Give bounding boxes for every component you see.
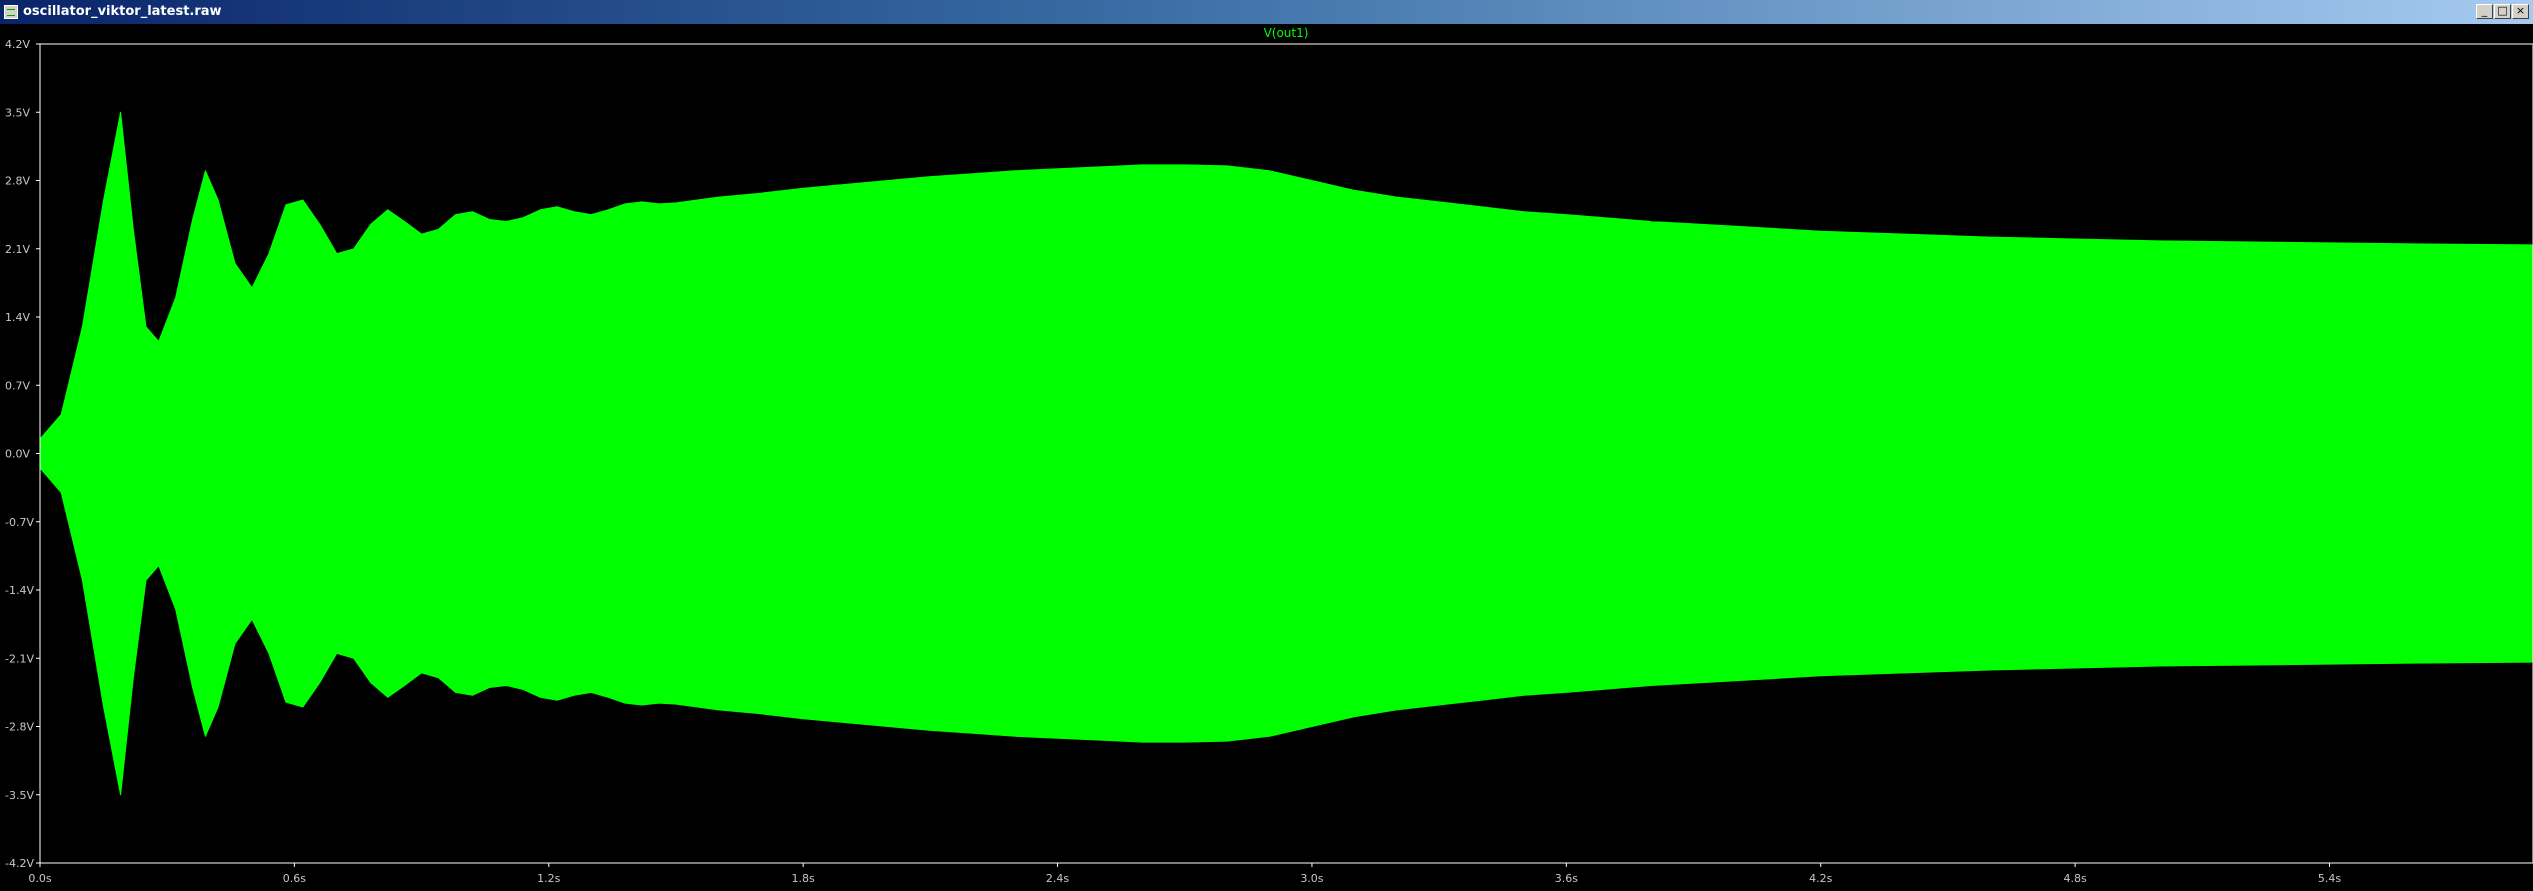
x-tick-label: 1.8s bbox=[792, 872, 815, 885]
x-tick-label: 2.4s bbox=[1046, 872, 1069, 885]
y-tick-label: -3.5V bbox=[5, 789, 34, 802]
y-tick-label: -1.4V bbox=[5, 584, 34, 597]
y-tick-label: 0.7V bbox=[5, 379, 30, 392]
y-tick-label: -2.1V bbox=[5, 652, 34, 665]
waveform-app-icon[interactable] bbox=[4, 5, 18, 19]
trace-label[interactable]: V(out1) bbox=[1264, 26, 1309, 40]
maximize-button[interactable]: □ bbox=[2494, 4, 2511, 19]
y-tick-label: 2.8V bbox=[5, 175, 30, 188]
x-tick-label: 0.0s bbox=[28, 872, 51, 885]
y-tick-label: 2.1V bbox=[5, 243, 30, 256]
x-tick-label: 3.0s bbox=[1300, 872, 1323, 885]
close-button[interactable]: × bbox=[2512, 4, 2529, 19]
waveform-chart[interactable]: V(out1) 4.2V 3.5V 2.8V 2.1V 1.4V 0.7V 0.0V -0.7… bbox=[0, 24, 2533, 891]
trace-layer bbox=[39, 111, 2533, 796]
x-tick-label: 5.4s bbox=[2318, 872, 2341, 885]
y-tick-label: -0.7V bbox=[5, 516, 34, 529]
x-axis: 0.0s 0.6s 1.2s 1.8s 2.4s 3.0s 3.6s 4.2s 4.8s 5.4s bbox=[28, 863, 2341, 885]
x-tick-label: 4.8s bbox=[2063, 872, 2086, 885]
window-titlebar[interactable]: oscillator_viktor_latest.raw _ □ × bbox=[0, 0, 2533, 24]
trace-envelope-0 bbox=[39, 111, 2533, 796]
x-tick-label: 3.6s bbox=[1555, 872, 1578, 885]
x-tick-label: 4.2s bbox=[1809, 872, 1832, 885]
x-tick-label: 1.2s bbox=[537, 872, 560, 885]
y-tick-label: -4.2V bbox=[5, 857, 34, 870]
y-tick-label: -2.8V bbox=[5, 721, 34, 734]
y-tick-label: 3.5V bbox=[5, 106, 30, 119]
x-tick-label: 0.6s bbox=[283, 872, 306, 885]
y-axis: 4.2V 3.5V 2.8V 2.1V 1.4V 0.7V 0.0V -0.7V -1.4V -2… bbox=[5, 38, 40, 870]
window-title: oscillator_viktor_latest.raw bbox=[23, 4, 222, 19]
y-tick-label: 1.4V bbox=[5, 311, 30, 324]
y-tick-label: 4.2V bbox=[5, 38, 30, 51]
y-tick-label: 0.0V bbox=[5, 448, 30, 461]
minimize-button[interactable]: _ bbox=[2476, 4, 2493, 19]
plot-area[interactable]: V(out1) 4.2V 3.5V 2.8V 2.1V 1.4V 0.7V 0.0V -0.7… bbox=[0, 24, 2533, 891]
